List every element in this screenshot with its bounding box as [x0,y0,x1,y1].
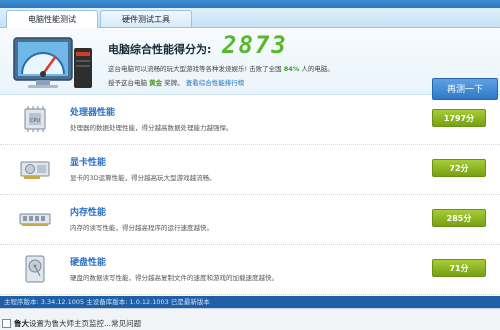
bottom-bar: 鲁大设置为鲁大师主页监控...常见问题 [0,308,500,330]
row-description: 内存的读写性能，得分越高程序的运行速度越快。 [70,224,213,232]
row-description: 硬盘的数据读写性能，得分越高复制文件的速度和游戏的加载速度越快。 [70,274,278,282]
monitor-speedometer-icon [13,37,92,88]
beat-percentage: 84% [283,65,300,73]
row-description: 处理器的数据处理性能，得分越高数据处理能力越强悍。 [70,124,233,132]
status-bar: 主程序版本: 3.34.12.1005 主设备库版本: 1.0.12.1003 … [0,296,500,308]
bottom-text: 鲁大设置为鲁大师主页监控...常见问题 [14,319,142,328]
row-description: 显卡的3D运算性能，得分越高玩大型游戏越流畅。 [70,174,216,182]
homepage-checkbox[interactable] [2,319,11,328]
memory-icon [19,213,51,226]
award-medal: 黄金 [149,79,163,87]
row-title: 处理器性能 [70,108,116,118]
score-panel: 电脑综合性能得分为: 2873 这台电脑可以流畅的玩大型游戏等各种发烧娱乐! 击… [0,28,500,100]
row-title: 内存性能 [70,208,107,218]
score-badge: 72分 [432,159,486,177]
score-badge: 1797分 [432,109,486,127]
list-item: 内存性能 内存的读写性能，得分越高程序的运行速度越快。 285分 [0,196,500,245]
tab-bar: 电脑性能测试 硬件测试工具 [0,8,500,28]
list-item: CPU 处理器性能 处理器的数据处理性能，得分越高数据处理能力越强悍。 1797… [0,96,500,145]
svg-text:CPU: CPU [30,118,41,124]
row-title: 显卡性能 [70,158,107,168]
tab-hardware-tools[interactable]: 硬件测试工具 [100,10,192,27]
ranking-link[interactable]: 查看综合性能排行榜 [186,79,245,87]
score-badge: 71分 [432,259,486,277]
score-label: 电脑综合性能得分为: [108,43,212,56]
score-value: 2873 [222,31,288,59]
hard-disk-icon [25,255,45,283]
score-description: 这台电脑可以流畅的玩大型游戏等各种发烧娱乐! 击败了全国 84% 人的电脑。 [108,65,334,73]
list-item: 显卡性能 显卡的3D运算性能，得分越高玩大型游戏越流畅。 72分 [0,146,500,195]
cpu-icon: CPU [24,106,46,132]
award-description: 授予这台电脑 黄金 奖牌。 查看综合性能排行榜 [108,79,245,87]
tab-performance-test[interactable]: 电脑性能测试 [6,10,98,28]
score-badge: 285分 [432,209,486,227]
list-item: 硬盘性能 硬盘的数据读写性能，得分越高复制文件的速度和游戏的加载速度越快。 71… [0,246,500,295]
graphics-card-icon [20,161,50,179]
top-menu-strip [0,0,500,8]
row-title: 硬盘性能 [70,258,107,268]
